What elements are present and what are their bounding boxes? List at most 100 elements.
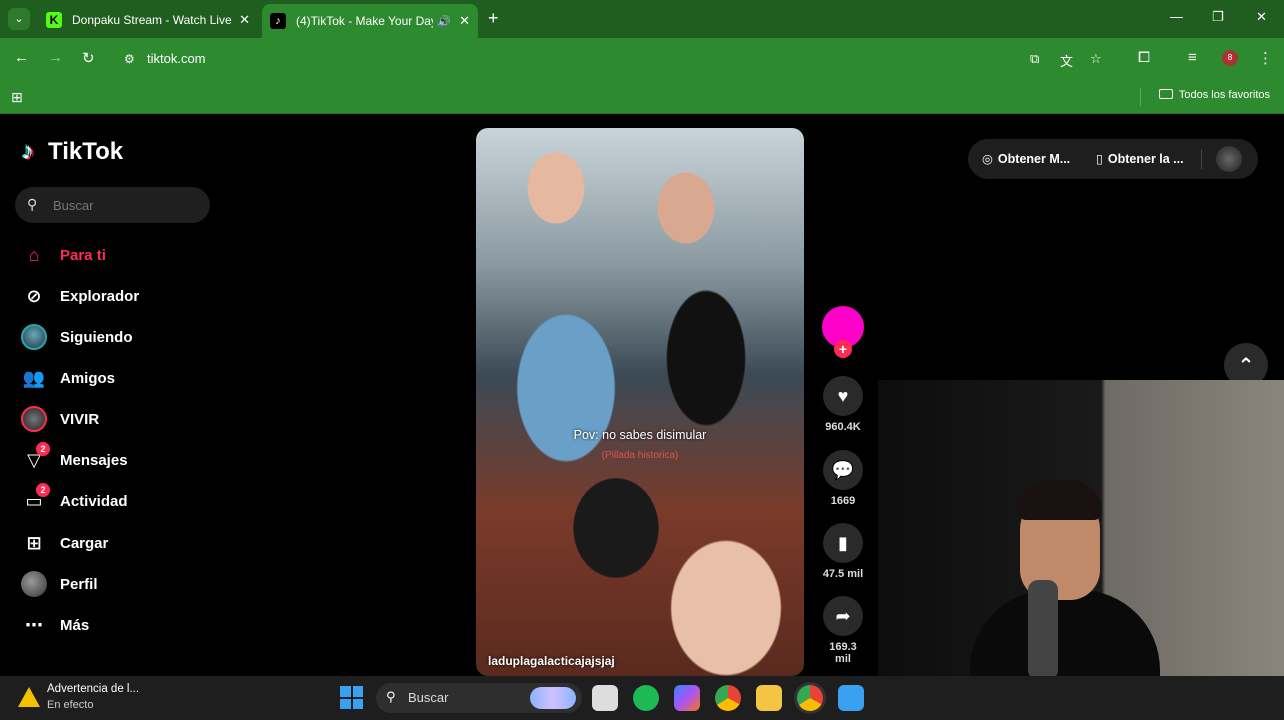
media-queue-icon[interactable]: ≡: [1188, 49, 1197, 66]
video-subcaption: (Pillada historica): [601, 450, 679, 461]
nav-amigos[interactable]: 👥 Amigos: [20, 363, 115, 393]
windows-start-icon[interactable]: [340, 686, 363, 709]
menu-kebab-icon[interactable]: ⋮: [1258, 49, 1273, 67]
spotify-icon[interactable]: [633, 685, 659, 711]
address-toolbar: ← → ↻ ⚙ tiktok.com ⧉ 文 ☆ ⧠ ≡ 8 ⋮: [0, 38, 1284, 80]
nav-label: Siguiendo: [60, 328, 133, 346]
nav-label: Amigos: [60, 369, 116, 387]
nav-actividad[interactable]: ▭ 2 Actividad: [20, 483, 128, 516]
get-app-button[interactable]: ◎ Obtener M...: [982, 151, 1070, 166]
taskbar-search-label: Buscar: [408, 690, 449, 705]
search-icon[interactable]: ⚲: [27, 196, 37, 213]
tiktok-favicon-icon: ♪: [270, 13, 286, 29]
like-action[interactable]: ♥ 960.4K: [821, 376, 865, 433]
extensions-icon[interactable]: ⧠: [1138, 49, 1150, 66]
app-icon[interactable]: [838, 685, 864, 711]
chevron-up-icon: ⌃: [1237, 354, 1255, 377]
tiktok-coin-icon: ◎: [982, 152, 993, 166]
url-text[interactable]: tiktok.com: [147, 51, 206, 66]
comment-action[interactable]: 💬 1669: [821, 450, 865, 507]
nav-para-ti[interactable]: ⌂ Para ti: [20, 240, 106, 270]
video-author[interactable]: laduplagalacticajajsjaj: [488, 654, 615, 668]
nav-label: Para ti: [60, 246, 106, 264]
apps-grid-icon[interactable]: ⊞: [11, 89, 23, 106]
nav-label: VIVIR: [60, 410, 100, 428]
search-box[interactable]: ⚲: [15, 187, 210, 223]
nav-mensajes[interactable]: ▽ 2 Mensajes: [20, 442, 128, 475]
get-desktop-label: Obtener la ...: [1107, 152, 1184, 166]
minimize-button[interactable]: —: [1170, 9, 1183, 24]
tab-donpaku[interactable]: K Donpaku Stream - Watch Live c ✕: [38, 6, 258, 34]
kick-favicon-icon: K: [46, 12, 62, 28]
bookmarks-bar: ⊞ Todos los favoritos: [0, 80, 1284, 114]
logo-text: TikTok: [48, 138, 124, 165]
close-window-button[interactable]: ✕: [1256, 9, 1267, 25]
site-settings-icon[interactable]: ⚙: [124, 52, 135, 66]
forward-arrow-icon[interactable]: →: [48, 49, 63, 66]
file-explorer-icon[interactable]: [756, 685, 782, 711]
friends-icon: 👥: [22, 367, 46, 388]
folder-icon: [1158, 89, 1173, 99]
tab-tiktok[interactable]: ♪ (4)TikTok - Make Your Day 🔊 ✕: [262, 4, 478, 38]
user-avatar[interactable]: [1216, 146, 1242, 172]
nav-label: Actividad: [60, 492, 128, 510]
taskbar-search[interactable]: ⚲ Buscar: [376, 683, 582, 713]
chrome-active-icon[interactable]: [797, 685, 823, 711]
tab-title: (4)TikTok - Make Your Day: [296, 14, 434, 28]
get-desktop-button[interactable]: ▯ Obtener la ...: [1096, 151, 1184, 166]
video-player[interactable]: Pov: no sabes disimular (Pillada histori…: [476, 128, 804, 676]
profile-icon: [20, 570, 48, 598]
nav-label: Cargar: [60, 534, 109, 552]
close-tab-icon[interactable]: ✕: [459, 13, 470, 29]
warning-icon[interactable]: [18, 687, 40, 707]
notification-badge: 2: [36, 442, 50, 456]
nav-siguiendo[interactable]: Siguiendo: [20, 322, 133, 352]
restore-button[interactable]: ❐: [1212, 9, 1224, 25]
speaker-icon[interactable]: 🔊: [437, 15, 451, 28]
nav-mas[interactable]: ⋯ Más: [20, 610, 89, 640]
more-icon: ⋯: [25, 614, 43, 635]
comment-count: 1669: [830, 495, 856, 507]
star-icon[interactable]: ☆: [1090, 51, 1102, 67]
reload-icon[interactable]: ↻: [82, 49, 95, 67]
back-arrow-icon[interactable]: ←: [14, 49, 29, 66]
share-action[interactable]: ➦ 169.3 mil: [821, 596, 865, 665]
nav-explorador[interactable]: ⊘ Explorador: [20, 281, 139, 311]
save-action[interactable]: ▮ 47.5 mil: [821, 523, 865, 580]
search-input[interactable]: [53, 195, 203, 215]
cast-icon[interactable]: ⧉: [1030, 51, 1039, 67]
comment-icon[interactable]: 💬: [823, 450, 863, 490]
tab-search-button[interactable]: ⌄: [8, 8, 30, 30]
divider: [1140, 88, 1141, 106]
search-highlight-art: [530, 687, 576, 709]
nav-label: Más: [60, 616, 90, 634]
notification-title[interactable]: Advertencia de l...: [47, 683, 139, 695]
profile-avatar[interactable]: 8: [1222, 50, 1238, 66]
close-tab-icon[interactable]: ✕: [239, 12, 250, 28]
copilot-icon[interactable]: [674, 685, 700, 711]
folder-label: Todos los favoritos: [1178, 89, 1270, 101]
share-icon[interactable]: ➦: [823, 596, 863, 636]
tiktok-logo[interactable]: ♪ TikTok: [22, 138, 123, 166]
webcam-overlay: [878, 380, 1284, 680]
streamer-hair: [1018, 480, 1102, 520]
share-count: 169.3 mil: [829, 641, 857, 665]
home-icon: ⌂: [28, 244, 40, 265]
nav-perfil[interactable]: Perfil: [20, 569, 98, 599]
nav-vivir[interactable]: VIVIR: [20, 404, 99, 434]
microphone: [1028, 580, 1058, 680]
windows-taskbar: Advertencia de l... En efecto ⚲ Buscar: [0, 676, 1284, 720]
all-bookmarks-folder[interactable]: Todos los favoritos: [1158, 89, 1270, 101]
chrome-icon[interactable]: [715, 685, 741, 711]
nav-cargar[interactable]: ⊞ Cargar: [20, 528, 108, 558]
new-tab-button[interactable]: +: [488, 8, 499, 29]
follow-plus-icon[interactable]: +: [834, 340, 852, 358]
url-bar[interactable]: ⚙ tiktok.com ⧉ 文 ☆: [116, 44, 1256, 74]
translate-icon[interactable]: 文: [1060, 51, 1073, 70]
heart-icon[interactable]: ♥: [823, 376, 863, 416]
task-view-icon[interactable]: [592, 685, 618, 711]
nav-label: Explorador: [60, 287, 140, 305]
divider: [1201, 149, 1202, 169]
bookmark-icon[interactable]: ▮: [823, 523, 863, 563]
top-actions-bar: ◎ Obtener M... ▯ Obtener la ...: [968, 139, 1258, 179]
